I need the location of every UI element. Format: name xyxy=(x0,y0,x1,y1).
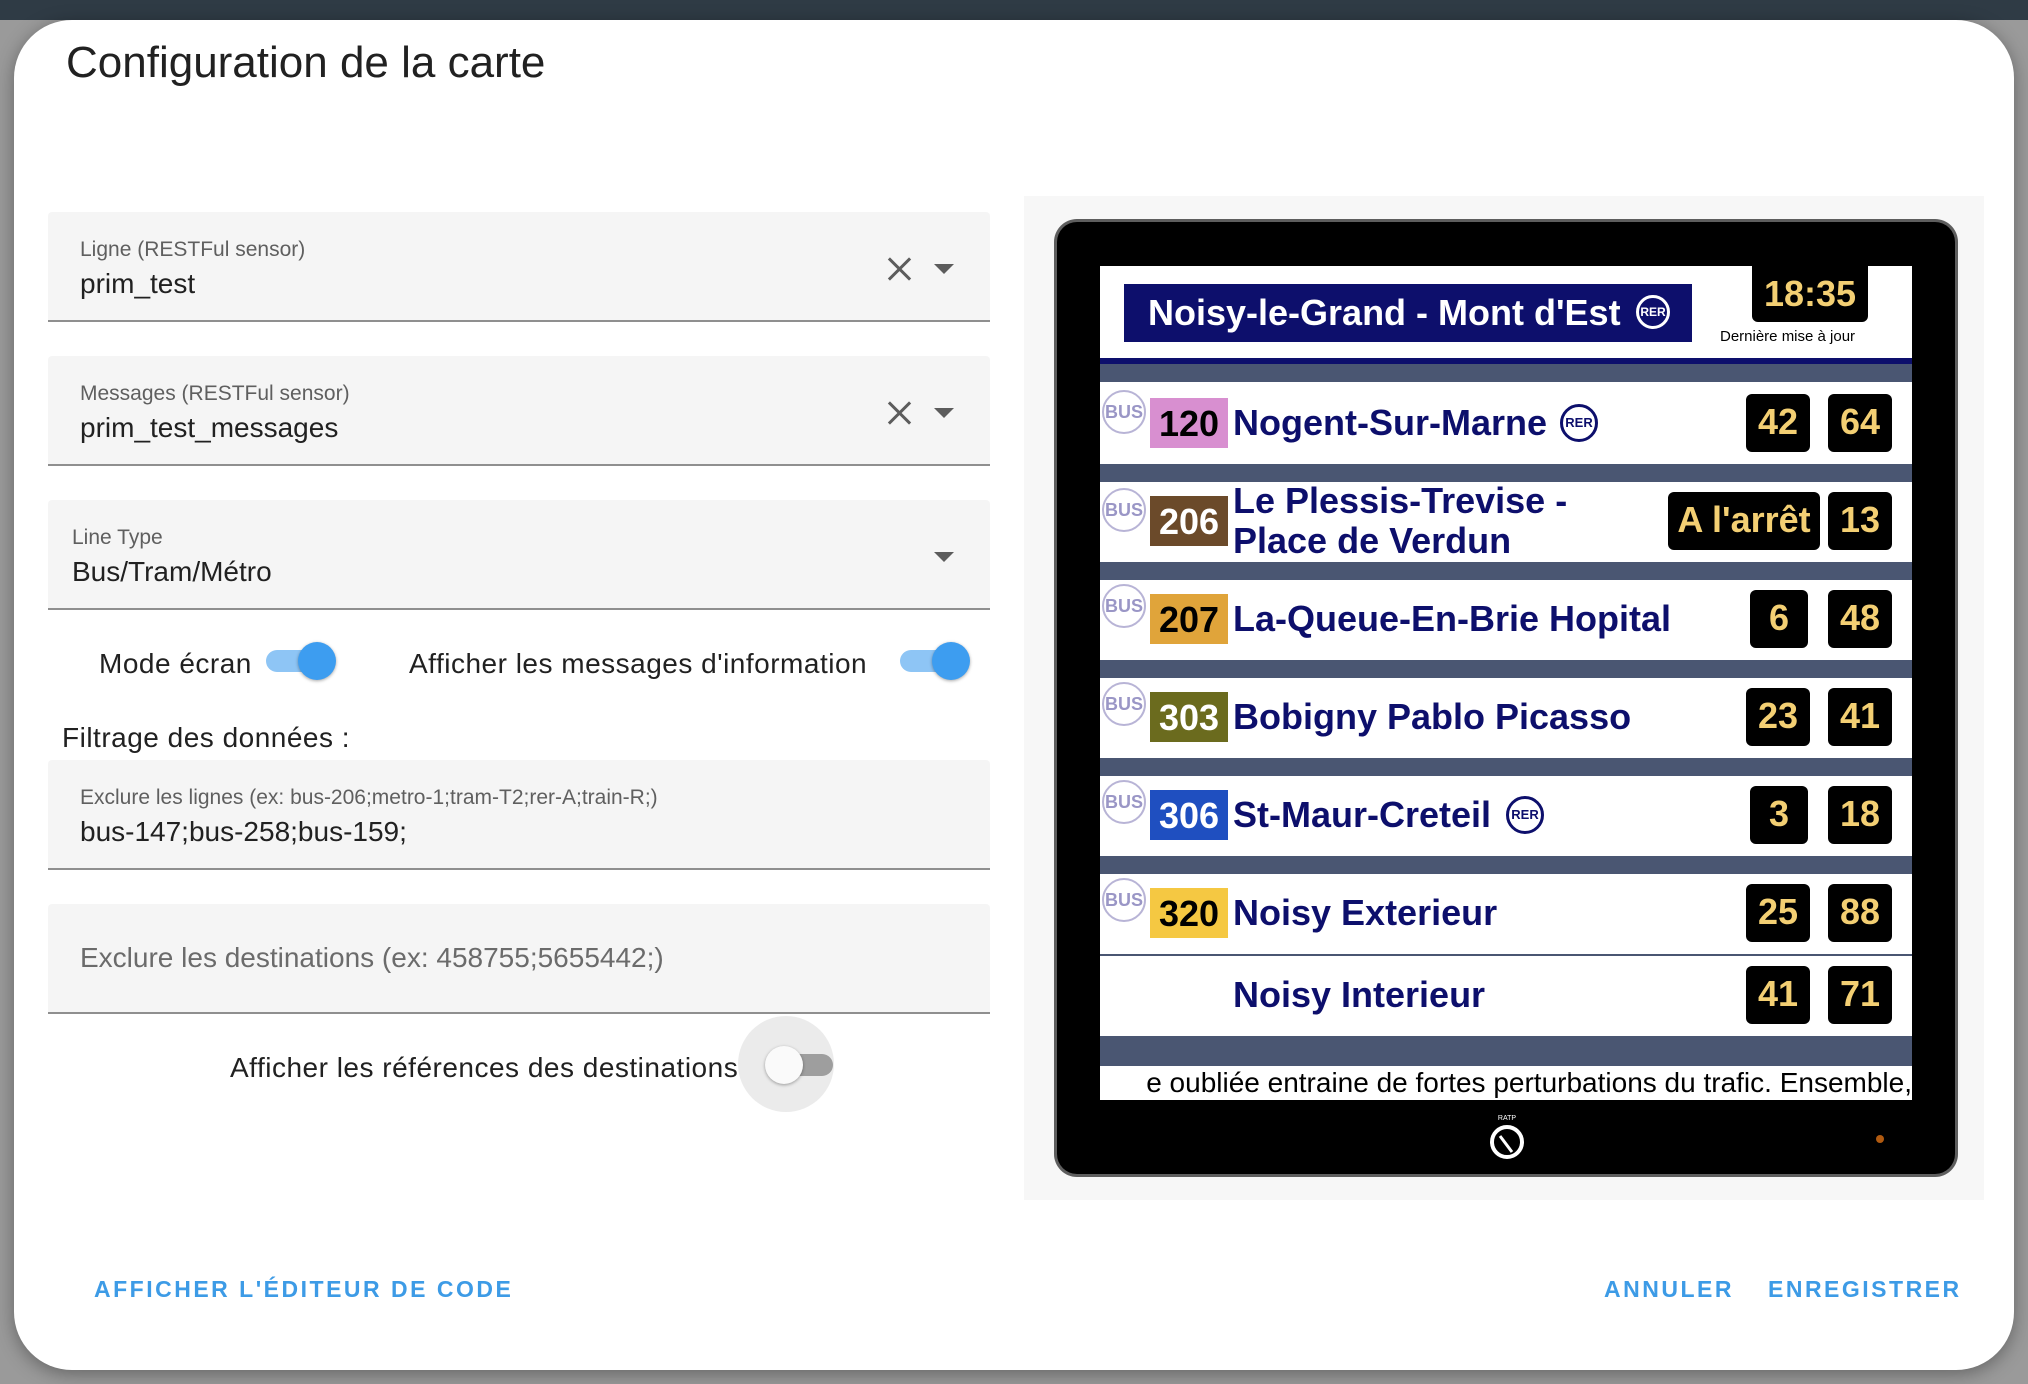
departure-row: BUS 207 La-Queue-En-Brie Hopital 6 48 xyxy=(1100,580,1912,660)
row-separator xyxy=(1100,856,1912,874)
ligne-select[interactable]: Ligne (RESTFul sensor) prim_test xyxy=(48,212,990,322)
destination: Nogent-Sur-Marne xyxy=(1233,402,1547,443)
next-departure-time: A l'arrêt xyxy=(1668,492,1820,550)
bus-icon: BUS xyxy=(1102,878,1146,922)
chevron-down-icon[interactable] xyxy=(934,408,954,418)
stop-name: Noisy-le-Grand - Mont d'Est xyxy=(1148,292,1621,333)
messages-select[interactable]: Messages (RESTFul sensor) prim_test_mess… xyxy=(48,356,990,466)
bus-icon: BUS xyxy=(1102,584,1146,628)
following-departure-time: 18 xyxy=(1828,786,1892,844)
cancel-button[interactable]: ANNULER xyxy=(1604,1276,1734,1303)
exclure-lignes-value: bus-147;bus-258;bus-159; xyxy=(80,816,407,847)
row-separator xyxy=(1100,562,1912,580)
toggle-knob xyxy=(932,642,970,680)
following-departure-time: 13 xyxy=(1828,492,1892,550)
departure-board: Noisy-le-Grand - Mont d'Est RER 18:35 De… xyxy=(1100,266,1912,1100)
departure-row: BUS 206 Le Plessis-Trevise - Place de Ve… xyxy=(1100,480,1912,562)
next-departure-time: 6 xyxy=(1750,590,1808,648)
mode-ecran-label: Mode écran xyxy=(99,648,252,679)
line-number: 206 xyxy=(1150,496,1228,546)
row-separator xyxy=(1100,1036,1912,1066)
toggle-knob xyxy=(765,1046,803,1084)
destination: St-Maur-Creteil xyxy=(1233,794,1492,835)
next-departure-time: 41 xyxy=(1746,966,1810,1024)
following-departure-time: 88 xyxy=(1828,884,1892,942)
line-number: 320 xyxy=(1150,888,1228,938)
exclure-destinations-input[interactable]: Exclure les destinations (ex: 458755;565… xyxy=(48,904,990,1014)
following-departure-time: 48 xyxy=(1828,590,1892,648)
line-number: 120 xyxy=(1150,398,1228,448)
exclure-destinations-placeholder: Exclure les destinations (ex: 458755;565… xyxy=(80,942,664,973)
departure-row: Noisy Interieur 41 71 xyxy=(1100,956,1912,1036)
rer-icon: RER xyxy=(1506,796,1544,834)
rer-icon: RER xyxy=(1636,295,1670,329)
info-message-ticker: e oubliée entraine de fortes perturbatio… xyxy=(1100,1066,1912,1100)
line-number: 207 xyxy=(1150,594,1228,644)
row-separator xyxy=(1100,758,1912,776)
clear-icon[interactable] xyxy=(884,254,914,284)
last-update-label: Dernière mise à jour xyxy=(1720,328,1856,345)
ticker-text: e oubliée entraine de fortes perturbatio… xyxy=(1146,1067,1912,1098)
line-type-label: Line Type xyxy=(72,526,163,549)
next-departure-time: 42 xyxy=(1746,394,1810,452)
stop-name-box: Noisy-le-Grand - Mont d'Est RER xyxy=(1124,284,1692,342)
destination: La-Queue-En-Brie Hopital xyxy=(1233,598,1672,639)
destination-line-1: Le Plessis-Trevise - xyxy=(1233,480,1568,521)
ligne-label: Ligne (RESTFul sensor) xyxy=(80,238,306,261)
exclure-lignes-input[interactable]: Exclure les lignes (ex: bus-206;metro-1;… xyxy=(48,760,990,870)
destination: Noisy Exterieur xyxy=(1233,892,1498,933)
ligne-value: prim_test xyxy=(80,268,196,299)
rer-icon: RER xyxy=(1560,404,1598,442)
app-topbar xyxy=(0,0,2028,20)
next-departure-time: 23 xyxy=(1746,688,1810,746)
afficher-references-label: Afficher les références des destinations xyxy=(230,1052,739,1083)
row-separator xyxy=(1100,660,1912,678)
destination: Noisy Interieur xyxy=(1233,974,1486,1015)
afficher-references-toggle[interactable] xyxy=(765,1044,837,1084)
status-dot xyxy=(1876,1135,1884,1143)
afficher-messages-toggle[interactable] xyxy=(896,640,970,680)
line-number: 303 xyxy=(1150,692,1228,742)
messages-value: prim_test_messages xyxy=(80,412,339,443)
bus-icon: BUS xyxy=(1102,488,1146,532)
ratp-logo-text: RATP xyxy=(1498,1115,1516,1122)
bus-icon: BUS xyxy=(1102,390,1146,434)
clear-icon[interactable] xyxy=(884,398,914,428)
following-departure-time: 71 xyxy=(1828,966,1892,1024)
departure-row: BUS 320 Noisy Exterieur 25 88 xyxy=(1100,874,1912,954)
line-type-select[interactable]: Line Type Bus/Tram/Métro xyxy=(48,500,990,610)
departure-row: BUS 303 Bobigny Pablo Picasso 23 41 xyxy=(1100,678,1912,758)
following-departure-time: 64 xyxy=(1828,394,1892,452)
departure-row: BUS 306 St-Maur-Creteil RER 3 18 xyxy=(1100,776,1912,856)
clock: 18:35 xyxy=(1752,266,1868,322)
departure-row: BUS 120 Nogent-Sur-Marne RER 42 64 xyxy=(1100,382,1912,464)
filtrage-heading: Filtrage des données : xyxy=(62,722,351,753)
next-departure-time: 25 xyxy=(1746,884,1810,942)
afficher-messages-label: Afficher les messages d'information xyxy=(409,648,868,679)
bus-icon: BUS xyxy=(1102,780,1146,824)
chevron-down-icon[interactable] xyxy=(934,552,954,562)
messages-label: Messages (RESTFul sensor) xyxy=(80,382,350,405)
line-number: 306 xyxy=(1150,790,1228,840)
destination: Bobigny Pablo Picasso xyxy=(1233,696,1632,737)
exclure-lignes-label: Exclure les lignes (ex: bus-206;metro-1;… xyxy=(80,786,658,809)
save-button[interactable]: ENREGISTRER xyxy=(1768,1276,1962,1303)
following-departure-time: 41 xyxy=(1828,688,1892,746)
chevron-down-icon[interactable] xyxy=(934,264,954,274)
next-departure-time: 3 xyxy=(1750,786,1808,844)
bus-icon: BUS xyxy=(1102,682,1146,726)
toggle-knob xyxy=(298,642,336,680)
board-header: Noisy-le-Grand - Mont d'Est RER 18:35 De… xyxy=(1100,266,1912,362)
ratp-logo: RATP xyxy=(1486,1112,1528,1164)
destination-line-2: Place de Verdun xyxy=(1233,520,1512,561)
mode-ecran-toggle[interactable] xyxy=(262,640,336,680)
dialog-title: Configuration de la carte xyxy=(66,38,546,87)
row-separator xyxy=(1100,364,1912,382)
code-editor-button[interactable]: AFFICHER L'ÉDITEUR DE CODE xyxy=(94,1276,513,1303)
line-type-value: Bus/Tram/Métro xyxy=(72,556,272,587)
